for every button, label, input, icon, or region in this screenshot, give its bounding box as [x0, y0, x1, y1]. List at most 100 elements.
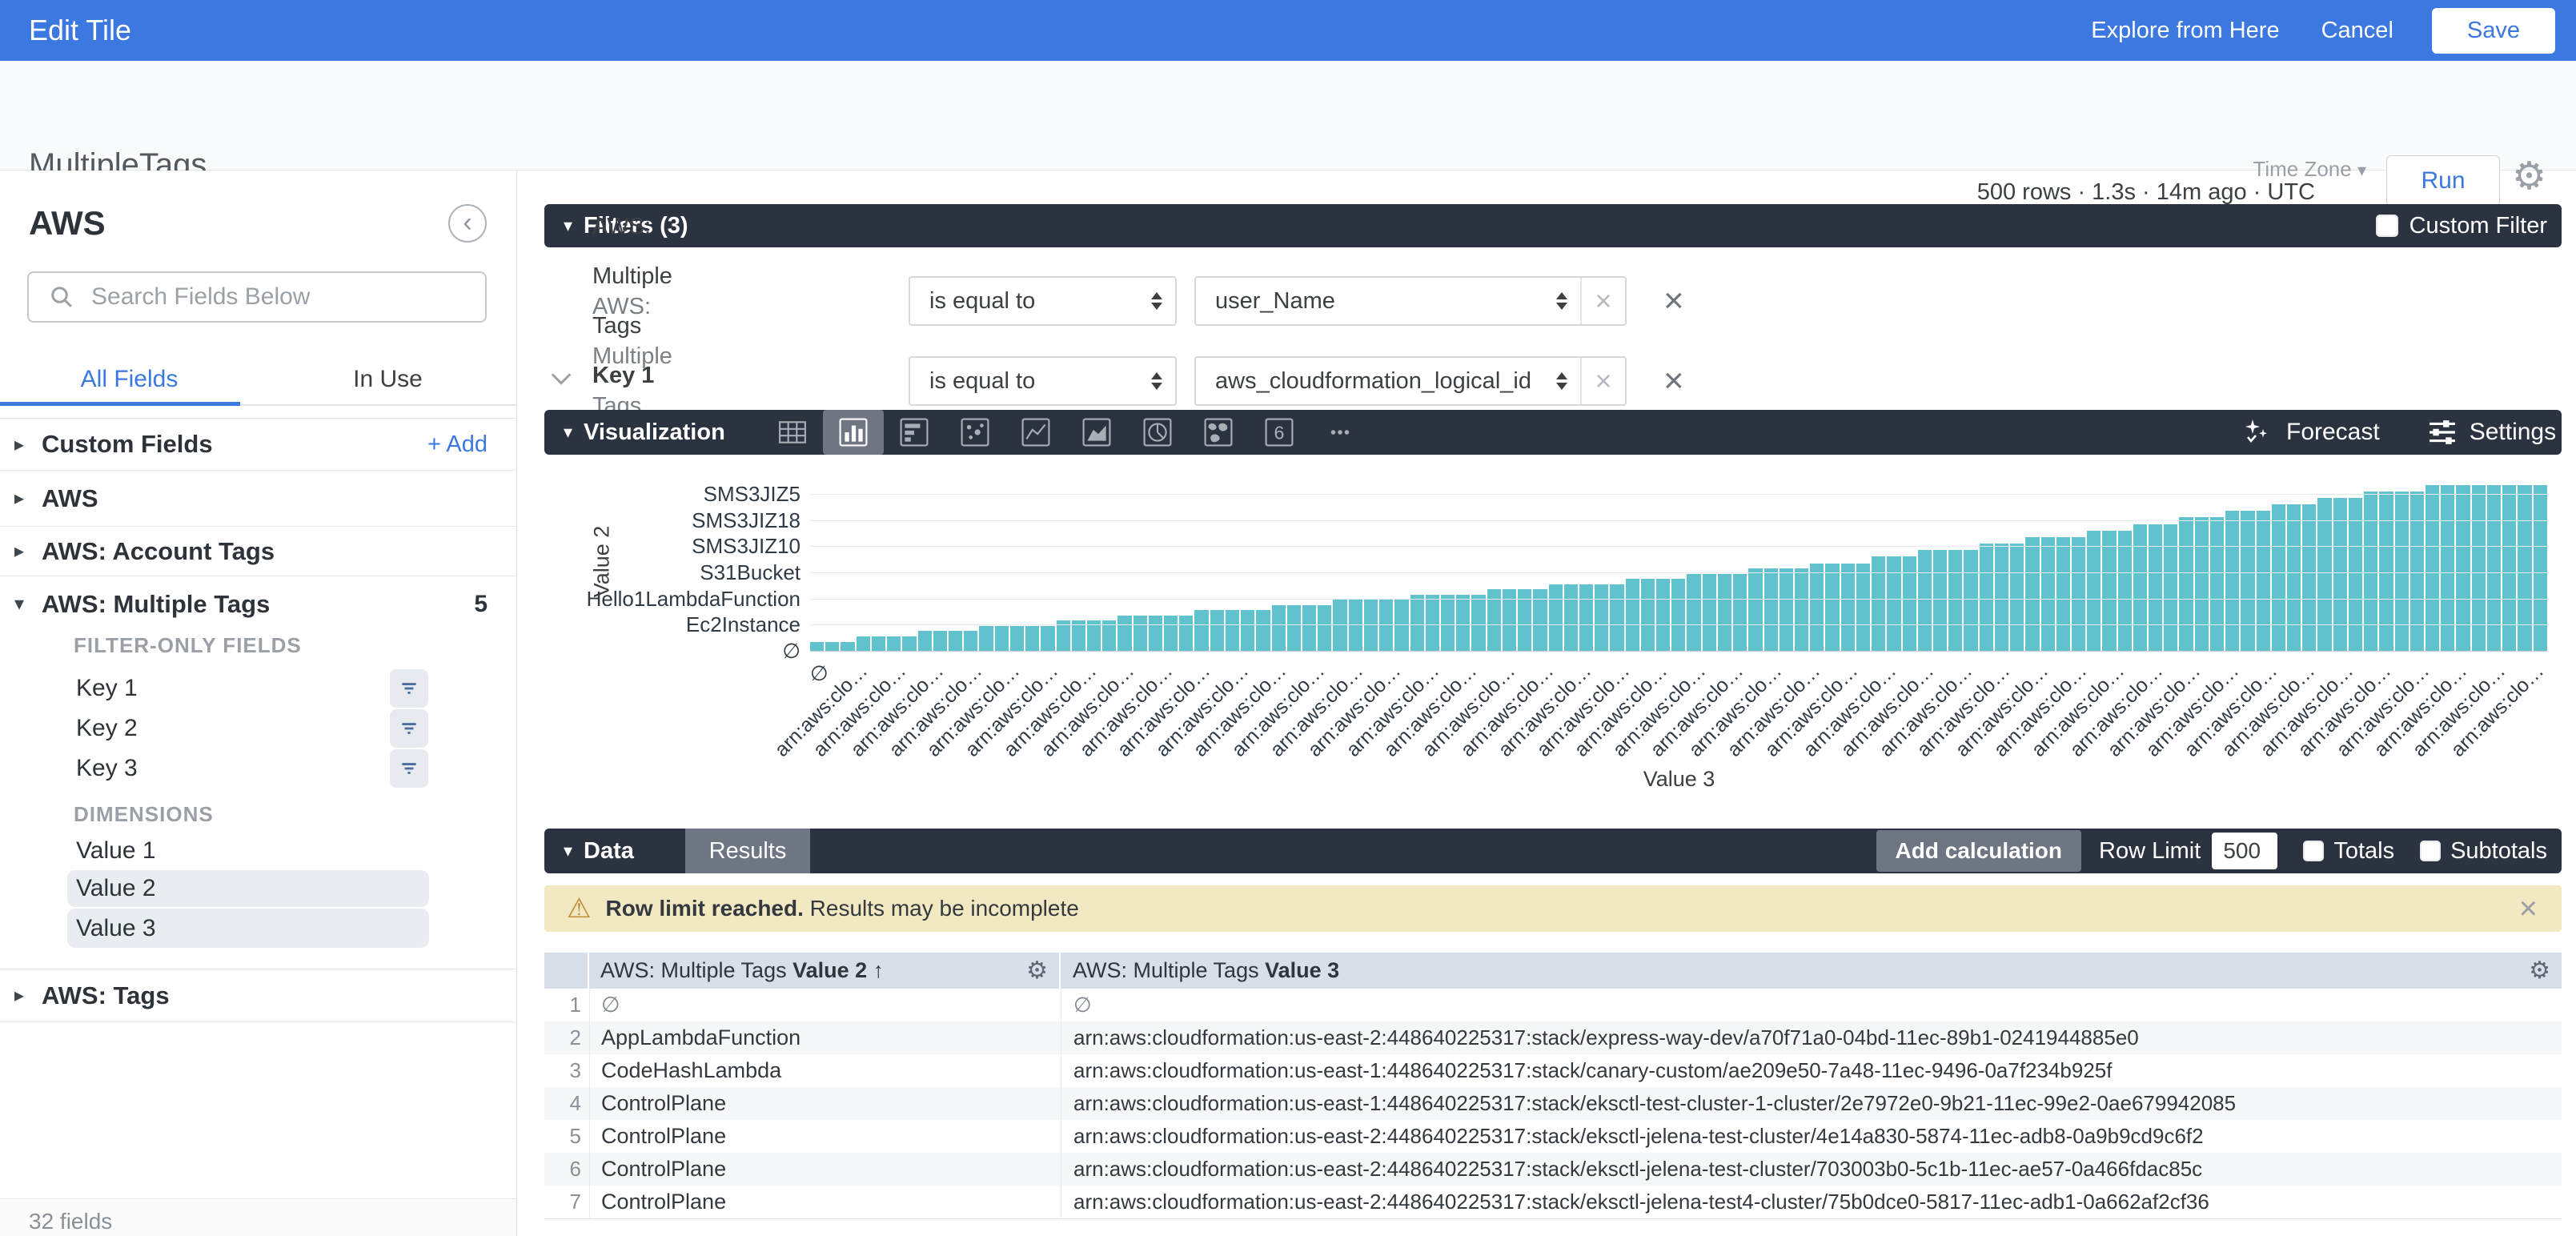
filter-only-field[interactable]: Key 2 — [0, 708, 516, 748]
visualization-section-bar[interactable]: ▾ Visualization 6 Forecast Settings — [544, 410, 2562, 455]
chart-bar[interactable] — [2225, 511, 2239, 651]
chart-bar[interactable] — [2072, 537, 2085, 651]
chart-bar[interactable] — [1564, 584, 1578, 651]
chart-bar[interactable] — [1025, 626, 1039, 651]
chart-bar[interactable] — [949, 631, 962, 651]
cell-value3[interactable]: arn:aws:cloudformation:us-east-2:4486402… — [1061, 1120, 2562, 1153]
remove-filter-icon[interactable]: × — [1663, 361, 1684, 401]
collapse-caret-icon[interactable]: ▾ — [564, 841, 572, 861]
chart-bar[interactable] — [918, 631, 932, 651]
chart-bar[interactable] — [857, 636, 870, 651]
filter-by-field-button[interactable] — [390, 749, 428, 788]
dimension-field-value-3[interactable]: Value 3 — [67, 909, 429, 948]
chart-bar[interactable] — [1287, 605, 1301, 651]
chart-bar[interactable] — [1948, 550, 1962, 651]
cell-value3[interactable]: arn:aws:cloudformation:us-east-2:4486402… — [1061, 1021, 2562, 1054]
chart-bar[interactable] — [1964, 550, 1977, 651]
chart-bar[interactable] — [1671, 579, 1685, 651]
chart-bar[interactable] — [1703, 574, 1716, 651]
chart-bar[interactable] — [1471, 595, 1485, 651]
chart-bar[interactable] — [964, 631, 977, 651]
remove-filter-icon[interactable]: × — [1663, 281, 1684, 321]
cell-value3[interactable]: arn:aws:cloudformation:us-east-1:4486402… — [1061, 1054, 2562, 1087]
section-aws[interactable]: ▸ AWS — [0, 470, 516, 526]
filter-operator-select[interactable]: is equal to — [909, 276, 1177, 326]
chart-bar[interactable] — [2287, 504, 2301, 651]
viz-type-pie-icon[interactable] — [1127, 410, 1188, 455]
settings-button[interactable]: Settings — [2428, 419, 2556, 446]
filter-operator-select[interactable]: is equal to — [909, 356, 1177, 406]
cell-value2[interactable]: CodeHashLambda — [589, 1054, 1061, 1087]
chart-bar[interactable] — [1795, 568, 1808, 651]
section-custom-fields[interactable]: ▸ Custom Fields + Add — [0, 418, 516, 470]
cell-value2[interactable]: AppLambdaFunction — [589, 1021, 1061, 1054]
viz-type-area-icon[interactable] — [1066, 410, 1127, 455]
chart-bar[interactable] — [1933, 550, 1947, 651]
cancel-button[interactable]: Cancel — [2321, 18, 2393, 44]
tab-all-fields[interactable]: All Fields — [0, 356, 259, 406]
add-calculation-button[interactable]: Add calculation — [1876, 830, 2081, 872]
chart-bar[interactable] — [2210, 517, 2224, 651]
chart-bar[interactable] — [1117, 616, 1131, 651]
chart-bar[interactable] — [1903, 556, 1916, 651]
chart-bar[interactable] — [1318, 605, 1331, 651]
chart-bar[interactable] — [1595, 584, 1608, 651]
chart-bar[interactable] — [1441, 595, 1455, 651]
custom-filter-checkbox[interactable] — [2376, 215, 2398, 237]
chart-bar[interactable] — [1010, 626, 1024, 651]
viz-type-column-icon[interactable] — [823, 410, 884, 455]
chart-bar[interactable] — [2379, 492, 2393, 651]
chart-bar[interactable] — [2426, 485, 2439, 651]
section-aws-account-tags[interactable]: ▸ AWS: Account Tags — [0, 526, 516, 576]
chart-bar[interactable] — [2118, 531, 2132, 651]
dimension-field-value-2[interactable]: Value 2 — [67, 870, 429, 907]
cell-value2[interactable]: ControlPlane — [589, 1120, 1061, 1153]
chart-bar[interactable] — [1410, 595, 1424, 651]
subtotals-toggle[interactable]: Subtotals — [2420, 838, 2547, 865]
subtotals-checkbox[interactable] — [2420, 841, 2441, 861]
custom-filter-toggle[interactable]: Custom Filter — [2376, 213, 2547, 239]
chart-bar[interactable] — [1579, 584, 1593, 651]
chart-bar[interactable] — [2518, 485, 2531, 651]
chart-bar[interactable] — [1149, 616, 1162, 651]
cell-value3[interactable]: arn:aws:cloudformation:us-east-1:4486402… — [1061, 1087, 2562, 1120]
filter-value-select[interactable]: user_Name × — [1194, 276, 1627, 326]
chart-bar[interactable] — [1426, 595, 1439, 651]
chart-bar[interactable] — [1164, 616, 1178, 651]
filter-only-field[interactable]: Key 3 — [0, 748, 516, 789]
gear-icon[interactable]: ⚙ — [1026, 957, 1048, 985]
clear-value-icon[interactable]: × — [1580, 358, 1625, 404]
chart-bar[interactable] — [872, 636, 885, 651]
chart-bar[interactable] — [2333, 498, 2347, 651]
chart-bar[interactable] — [1995, 544, 2008, 651]
filter-only-field[interactable]: Key 1 — [0, 668, 516, 708]
gear-icon[interactable]: ⚙ — [2529, 957, 2550, 985]
filter-by-field-button[interactable] — [390, 669, 428, 708]
chart-bar[interactable] — [1241, 610, 1254, 651]
data-section-bar[interactable]: ▾ Data Results Add calculation Row Limit… — [544, 829, 2562, 873]
chart-bar[interactable] — [2456, 485, 2470, 651]
viz-type-bar-icon[interactable] — [884, 410, 945, 455]
cell-value3[interactable]: arn:aws:cloudformation:us-east-2:4486402… — [1061, 1186, 2562, 1218]
column-header-value3[interactable]: AWS: Multiple Tags Value 3 ⚙ — [1061, 953, 2562, 989]
chart-bar[interactable] — [995, 626, 1009, 651]
search-fields-box[interactable] — [27, 271, 487, 323]
cell-value2[interactable]: ControlPlane — [589, 1087, 1061, 1120]
collapse-caret-icon[interactable]: ▾ — [564, 215, 572, 236]
chart-bar[interactable] — [1626, 579, 1639, 651]
chart-bar[interactable] — [1872, 556, 1885, 651]
chart-bar[interactable] — [1041, 626, 1054, 651]
chart-bar[interactable] — [810, 642, 824, 651]
chart-bar[interactable] — [1980, 544, 1993, 651]
chart-bar[interactable] — [1134, 616, 1147, 651]
section-aws-tags[interactable]: ▸ AWS: Tags — [0, 969, 516, 1022]
clear-value-icon[interactable]: × — [1580, 278, 1625, 324]
chart-bar[interactable] — [1549, 584, 1563, 651]
totals-toggle[interactable]: Totals — [2303, 838, 2394, 865]
chart-bar[interactable] — [2472, 485, 2486, 651]
chart-bar[interactable] — [1780, 568, 1793, 651]
chart-bar[interactable] — [1610, 584, 1623, 651]
chart-bar[interactable] — [1748, 568, 1762, 651]
chart-bar[interactable] — [2195, 517, 2209, 651]
save-button[interactable]: Save — [2432, 8, 2555, 54]
